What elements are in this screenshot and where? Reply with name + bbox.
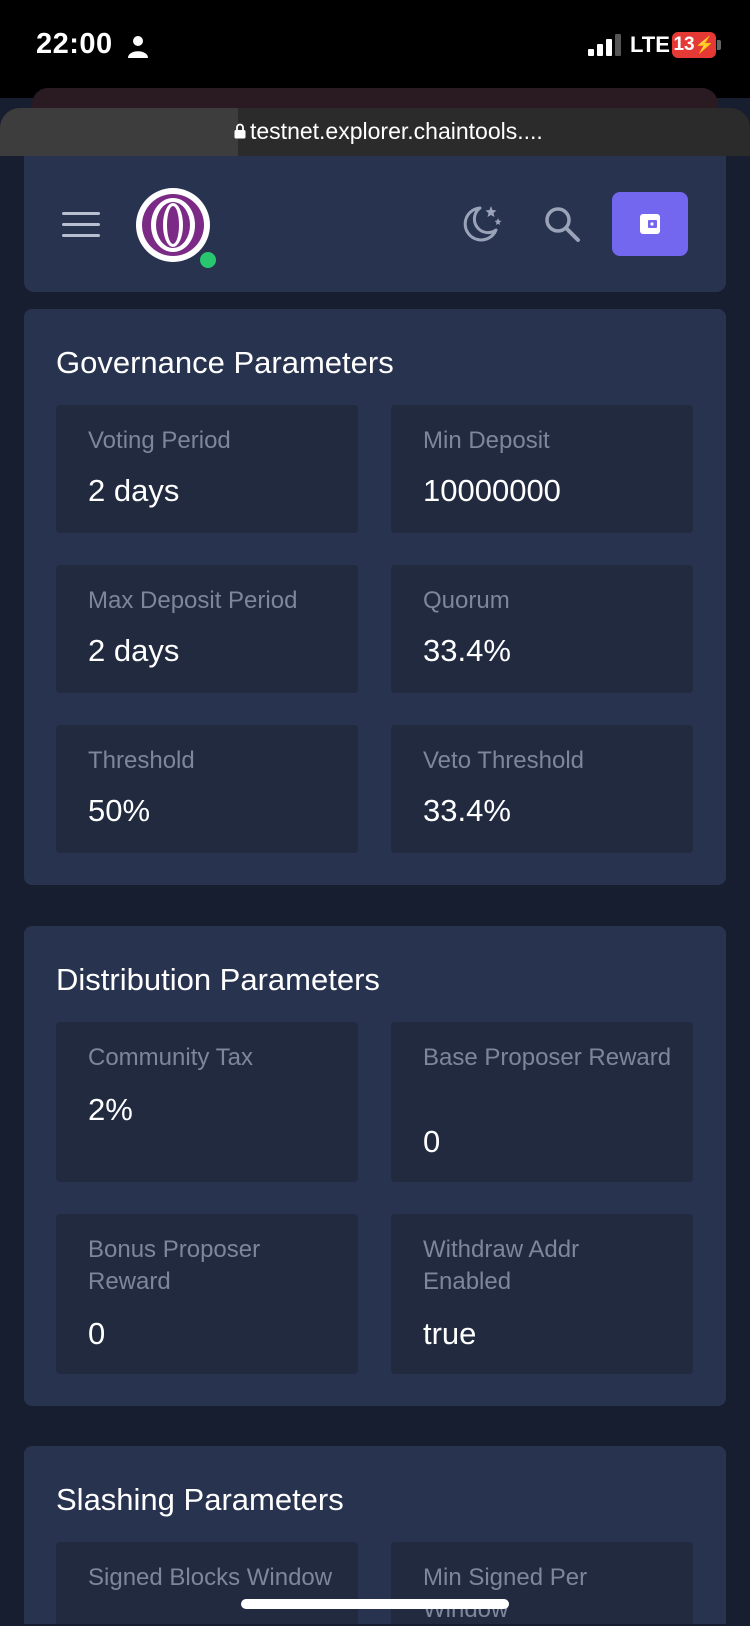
home-indicator[interactable] [241, 1599, 509, 1609]
param-label: Withdraw Addr Enabled [423, 1236, 580, 1295]
param-community-tax: Community Tax 2% [56, 1022, 358, 1182]
param-max-deposit-period: Max Deposit Period 2 days [56, 565, 358, 693]
param-value: true [423, 1316, 477, 1351]
battery-indicator: 13⚡ [672, 32, 716, 58]
url-bar-shade [0, 108, 238, 156]
charging-bolt-icon: ⚡ [694, 37, 715, 54]
status-bar: 22:00 LTE 13⚡ [0, 0, 750, 98]
param-label: Bonus Proposer Reward [88, 1236, 261, 1295]
status-time: 22:00 [36, 28, 113, 60]
param-value: 10000000 [423, 473, 561, 508]
param-withdraw-addr-enabled: Withdraw Addr Enabled true [391, 1214, 693, 1374]
online-status-dot [200, 252, 216, 268]
param-value: 2% [88, 1092, 133, 1127]
param-value: 33.4% [423, 793, 511, 828]
param-value: 2 days [88, 633, 180, 668]
slashing-parameters-card: Slashing Parameters Signed Blocks Window… [24, 1446, 726, 1624]
param-label: Threshold [88, 747, 195, 774]
param-label: Min Deposit [423, 427, 550, 454]
battery-level: 13 [673, 34, 695, 55]
param-label: Max Deposit Period [88, 587, 298, 614]
param-value: 50% [88, 793, 151, 828]
param-label: Community Tax [88, 1044, 253, 1071]
battery-tip [717, 40, 721, 50]
param-min-signed-per-window: Min Signed Per Window [391, 1542, 693, 1624]
param-voting-period: Voting Period 2 days [56, 405, 358, 533]
network-type: LTE [630, 32, 670, 57]
param-label: Voting Period [88, 427, 231, 454]
card-title: Governance Parameters [56, 345, 394, 380]
param-bonus-proposer-reward: Bonus Proposer Reward 0 [56, 1214, 358, 1374]
param-value: 33.4% [423, 633, 511, 668]
wallet-button[interactable] [612, 192, 688, 256]
lock-icon [234, 123, 246, 139]
param-min-deposit: Min Deposit 10000000 [391, 405, 693, 533]
cellular-signal-icon [588, 34, 621, 56]
param-signed-blocks-window: Signed Blocks Window [56, 1542, 358, 1624]
app-navbar [24, 156, 726, 292]
param-label: Quorum [423, 587, 510, 614]
hamburger-menu-icon[interactable] [62, 212, 102, 238]
wallet-icon [640, 214, 660, 234]
param-label: Signed Blocks Window [88, 1564, 333, 1591]
param-label: Min Signed Per Window [423, 1564, 588, 1623]
person-icon [128, 36, 148, 58]
browser-url-bar[interactable]: testnet.explorer.chaintools.... [0, 108, 750, 156]
chain-logo-icon[interactable] [134, 186, 212, 264]
param-veto-threshold: Veto Threshold 33.4% [391, 725, 693, 853]
param-label: Veto Threshold [423, 747, 585, 774]
url-text[interactable]: testnet.explorer.chaintools.... [250, 118, 543, 145]
card-title: Slashing Parameters [56, 1482, 344, 1517]
param-value: 2 days [88, 473, 180, 508]
distribution-parameters-card: Distribution Parameters Community Tax 2%… [24, 926, 726, 1406]
param-label: Base Proposer Reward [423, 1044, 672, 1071]
search-icon[interactable] [542, 204, 582, 244]
param-threshold: Threshold 50% [56, 725, 358, 853]
param-base-proposer-reward: Base Proposer Reward 0 [391, 1022, 693, 1182]
param-value: 0 [423, 1124, 441, 1159]
moon-stars-icon[interactable] [460, 202, 504, 246]
param-value: 0 [88, 1316, 106, 1351]
param-quorum: Quorum 33.4% [391, 565, 693, 693]
card-title: Distribution Parameters [56, 962, 380, 997]
governance-parameters-card: Governance Parameters Voting Period 2 da… [24, 309, 726, 885]
